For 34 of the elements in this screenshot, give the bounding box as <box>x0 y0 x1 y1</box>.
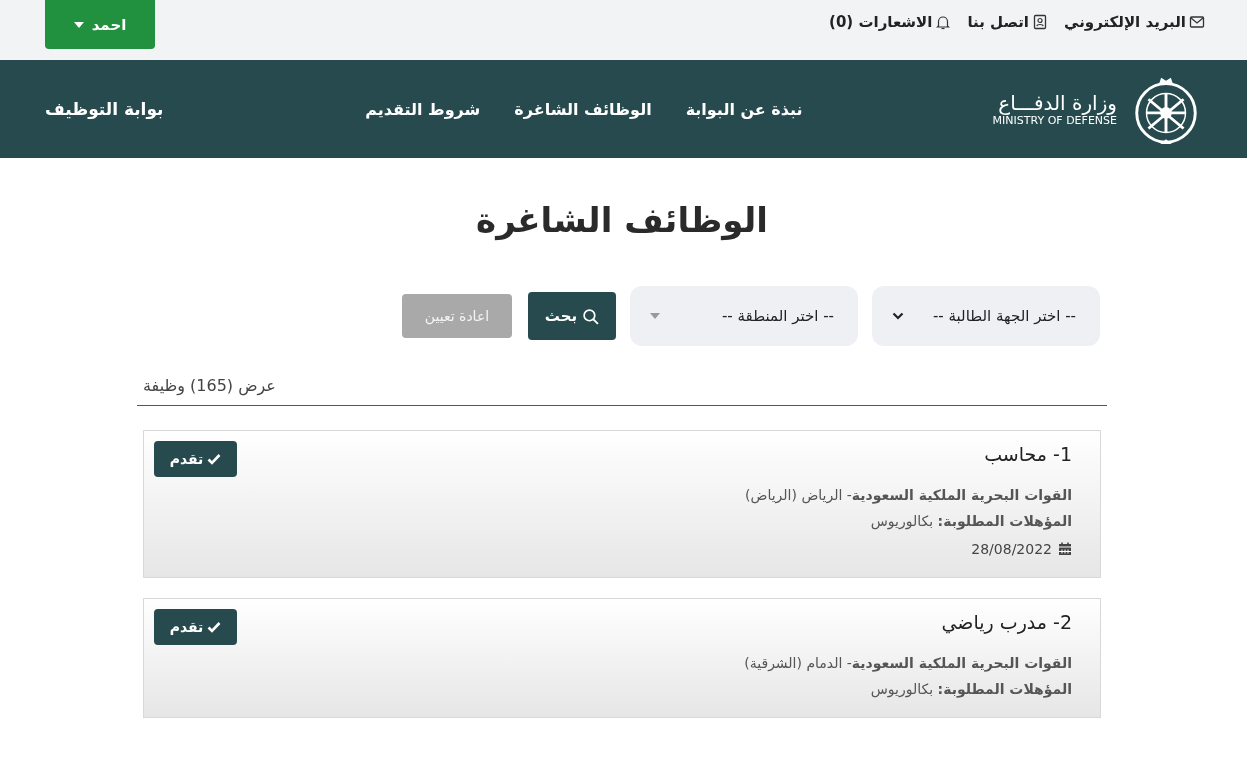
logo-arabic-text: وزارة الدفـــاع <box>998 91 1117 114</box>
envelope-icon <box>1189 14 1205 30</box>
user-menu-button[interactable]: احمد <box>45 0 155 49</box>
top-link[interactable]: الاشعارات (0) <box>829 13 952 31</box>
top-link[interactable]: اتصل بنا <box>967 13 1048 31</box>
apply-button[interactable]: تقدم <box>154 441 237 477</box>
job-title: 1- محاسب <box>984 443 1072 465</box>
nav-link[interactable]: الوظائف الشاغرة <box>514 99 652 119</box>
check-icon <box>207 621 222 633</box>
job-organization: القوات البحرية الملكية السعودية- الدمام (الشرقية) <box>744 655 1072 671</box>
page-title: الوظائف الشاغرة <box>475 200 769 240</box>
select-field[interactable]: -- اختر الجهة الطالبة -- <box>872 286 1100 346</box>
calendar-icon <box>1058 542 1072 556</box>
portal-title: بوابة التوظيف <box>45 99 164 119</box>
bell-icon <box>935 14 952 30</box>
job-qualification: المؤهلات المطلوبة: بكالوريوس <box>870 513 1072 529</box>
search-button[interactable]: بحث <box>528 292 616 340</box>
contact-card-icon <box>1032 14 1048 30</box>
job-title: 2- مدرب رياضي <box>941 611 1072 633</box>
job-date: 28/08/2022 <box>971 541 1052 557</box>
nav-link[interactable]: نبذة عن البوابة <box>685 99 803 119</box>
chevron-down-icon <box>892 312 904 320</box>
results-count: عرض (165) وظيفة <box>142 376 277 395</box>
apply-button[interactable]: تقدم <box>154 609 237 645</box>
top-link[interactable]: البريد الإلكتروني <box>1064 13 1205 31</box>
caret-icon <box>650 313 660 319</box>
logo-english-text: MINISTRY OF DEFENSE <box>992 113 1117 127</box>
job-qualification: المؤهلات المطلوبة: بكالوريوس <box>870 681 1072 697</box>
nav-link[interactable]: شروط التقديم <box>365 99 481 119</box>
job-organization: القوات البحرية الملكية السعودية- الرياض (الرياض) <box>745 487 1072 503</box>
select-field[interactable]: -- اختر المنطقة -- <box>630 286 858 346</box>
caret-icon <box>73 21 84 28</box>
check-icon <box>207 453 222 465</box>
search-icon <box>582 307 600 325</box>
